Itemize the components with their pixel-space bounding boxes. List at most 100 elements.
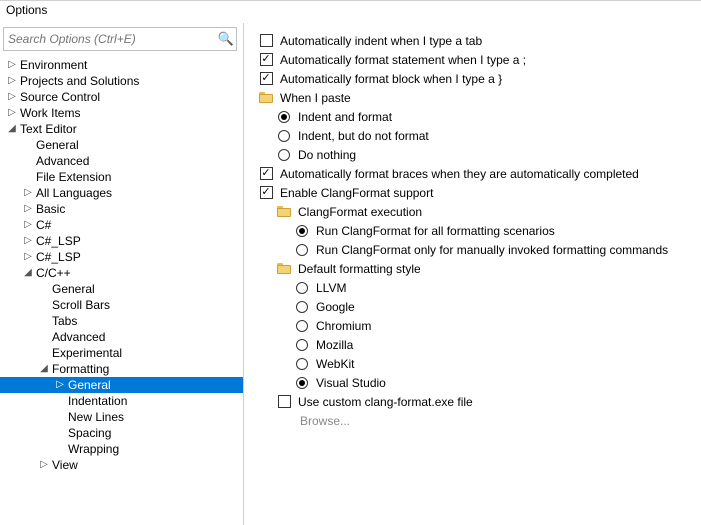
tree-spacer: ▷ [54,396,66,406]
tree-item[interactable]: ▷Work Items [0,105,243,121]
checkbox[interactable] [260,167,273,180]
option-control[interactable] [276,148,292,162]
radio[interactable] [278,149,290,161]
option-control[interactable] [276,395,292,409]
chevron-right-icon[interactable]: ▷ [6,76,18,86]
option-label: Run ClangFormat for all formatting scena… [310,224,555,238]
chevron-right-icon[interactable]: ▷ [22,220,34,230]
tree-item-label: General [66,378,111,392]
option-label: Default formatting style [292,262,421,276]
checkbox[interactable] [260,186,273,199]
tree-spacer: ▷ [54,380,66,390]
radio[interactable] [296,339,308,351]
tree-item[interactable]: ▷Environment [0,57,243,73]
tree-spacer: ▷ [54,444,66,454]
tree-item[interactable]: ▷Scroll Bars [0,297,243,313]
chevron-right-icon[interactable]: ▷ [22,236,34,246]
option-control[interactable] [294,376,310,390]
option-control[interactable] [276,129,292,143]
option-row: LLVM [258,278,697,297]
option-control[interactable] [258,53,274,67]
checkbox[interactable] [260,72,273,85]
radio[interactable] [296,282,308,294]
chevron-down-icon[interactable]: ◢ [22,268,34,278]
tree-item[interactable]: ▷Spacing [0,425,243,441]
chevron-right-icon[interactable]: ▷ [6,60,18,70]
option-control[interactable] [258,72,274,86]
chevron-down-icon[interactable]: ◢ [38,364,50,374]
option-label: Google [310,300,355,314]
search-icon[interactable]: 🔍 [216,31,236,47]
tree-item[interactable]: ▷Advanced [0,153,243,169]
tree-item-label: View [50,458,78,472]
tree-item[interactable]: ▷File Extension [0,169,243,185]
tree-item[interactable]: ◢C/C++ [0,265,243,281]
tree-item[interactable]: ▷Tabs [0,313,243,329]
option-control[interactable] [294,338,310,352]
option-control[interactable] [258,34,274,48]
option-row: Mozilla [258,335,697,354]
checkbox[interactable] [278,395,291,408]
chevron-right-icon[interactable]: ▷ [22,188,34,198]
tree-item[interactable]: ▷General [0,377,243,393]
tree-item[interactable]: ◢Text Editor [0,121,243,137]
radio[interactable] [278,130,290,142]
tree-item[interactable]: ▷Wrapping [0,441,243,457]
tree-item[interactable]: ▷All Languages [0,185,243,201]
chevron-right-icon[interactable]: ▷ [22,252,34,262]
tree-item[interactable]: ▷Indentation [0,393,243,409]
browse-link[interactable]: Browse... [294,414,350,428]
tree-item[interactable]: ▷General [0,137,243,153]
tree-item[interactable]: ▷C#_LSP [0,249,243,265]
radio[interactable] [296,301,308,313]
tree-item-label: General [50,282,95,296]
tree-item-label: Source Control [18,90,100,104]
option-control[interactable] [258,167,274,181]
radio[interactable] [296,320,308,332]
radio[interactable] [296,358,308,370]
search-box[interactable]: 🔍 [3,27,237,51]
radio[interactable] [296,244,308,256]
tree-item-label: Projects and Solutions [18,74,139,88]
option-control[interactable] [294,224,310,238]
tree-item[interactable]: ▷C# [0,217,243,233]
tree-item[interactable]: ▷General [0,281,243,297]
tree-item[interactable]: ▷View [0,457,243,473]
tree-item[interactable]: ▷New Lines [0,409,243,425]
tree-item[interactable]: ◢Formatting [0,361,243,377]
chevron-down-icon[interactable]: ◢ [6,124,18,134]
option-control[interactable] [294,281,310,295]
tree-spacer: ▷ [54,428,66,438]
option-control[interactable] [294,357,310,371]
options-panel: Automatically indent when I type a tabAu… [244,23,701,525]
radio[interactable] [296,377,308,389]
chevron-right-icon[interactable]: ▷ [22,204,34,214]
radio[interactable] [296,225,308,237]
option-control[interactable] [258,186,274,200]
option-row: Run ClangFormat only for manually invoke… [258,240,697,259]
chevron-right-icon[interactable]: ▷ [6,108,18,118]
tree-item[interactable]: ▷C#_LSP [0,233,243,249]
option-control[interactable] [294,300,310,314]
option-control[interactable] [294,243,310,257]
tree-item[interactable]: ▷Source Control [0,89,243,105]
option-label: LLVM [310,281,346,295]
chevron-right-icon[interactable]: ▷ [38,460,50,470]
chevron-right-icon[interactable]: ▷ [6,92,18,102]
tree-item[interactable]: ▷Projects and Solutions [0,73,243,89]
tree-item[interactable]: ▷Experimental [0,345,243,361]
tree-spacer: ▷ [22,172,34,182]
option-control[interactable] [276,110,292,124]
tree-item[interactable]: ▷Advanced [0,329,243,345]
tree-item-label: Advanced [50,330,105,344]
tree-item-label: Environment [18,58,87,72]
tree-item[interactable]: ▷Basic [0,201,243,217]
radio[interactable] [278,111,290,123]
checkbox[interactable] [260,53,273,66]
checkbox[interactable] [260,34,273,47]
nav-tree[interactable]: ▷Environment▷Projects and Solutions▷Sour… [0,55,243,525]
search-input[interactable] [4,30,216,48]
tree-item-label: Text Editor [18,122,77,136]
option-control[interactable] [294,319,310,333]
tree-item-label: Wrapping [66,442,119,456]
